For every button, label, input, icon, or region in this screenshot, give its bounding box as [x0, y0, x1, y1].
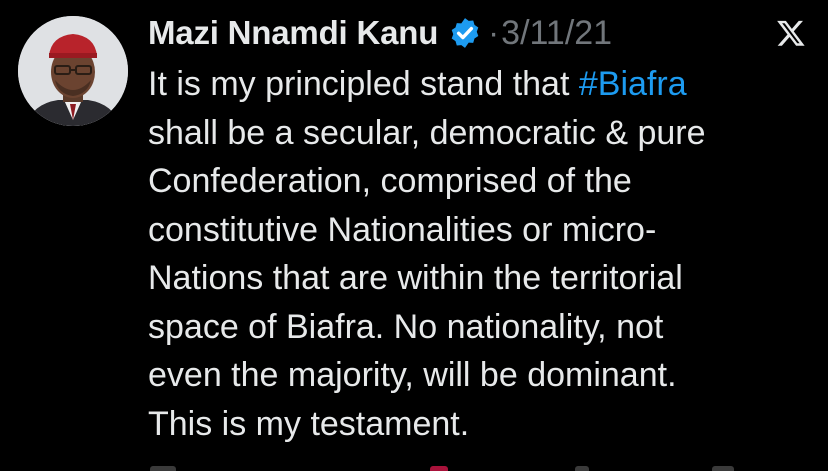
tweet-header: Mazi Nnamdi Kanu · 3/11/21: [148, 10, 612, 56]
tweet-line-6: space of Biafra. No nationality, not: [148, 307, 664, 346]
share-icon-edge: [712, 466, 734, 471]
avatar-image: [18, 16, 128, 126]
tweet-line-1: It is my principled stand that #Biafra: [148, 60, 788, 109]
header-separator: ·: [488, 14, 500, 51]
reply-icon-edge: [150, 466, 176, 471]
hashtag-biafra-link[interactable]: #Biafra: [579, 65, 687, 103]
tweet-line-5: Nations that are within the territorial: [148, 259, 683, 297]
tweet-line-7: even the majority, will be dominant.: [148, 356, 677, 394]
author-name[interactable]: Mazi Nnamdi Kanu: [148, 14, 438, 52]
action-bar-edge: [0, 463, 828, 471]
author-avatar[interactable]: [18, 16, 128, 126]
tweet-line-3: Confederation, comprised of the: [148, 162, 632, 200]
tweet-line-2: shall be a secular, democratic & pure: [148, 113, 706, 152]
like-icon-edge: [430, 466, 448, 471]
tweet-line-8: This is my testament.: [148, 404, 470, 443]
tweet-text: It is my principled stand that #Biafra s…: [148, 60, 788, 448]
tweet-line-4: constitutive Nationalities or micro-: [148, 210, 657, 249]
tweet-line-1-text: It is my principled stand that: [148, 65, 579, 103]
views-icon-edge: [575, 466, 589, 471]
x-logo-icon[interactable]: [776, 18, 806, 48]
tweet-date[interactable]: 3/11/21: [501, 14, 612, 53]
verified-badge-icon: [451, 18, 479, 48]
